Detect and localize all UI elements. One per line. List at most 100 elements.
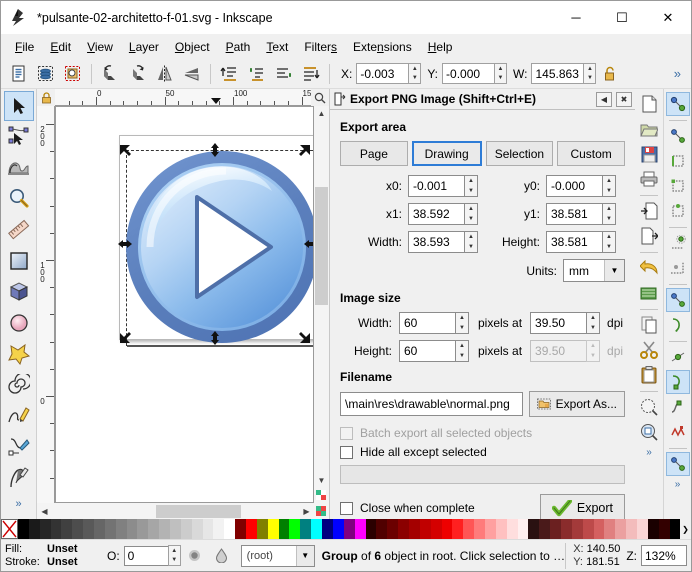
palette-swatch[interactable]	[354, 519, 366, 539]
menu-text[interactable]: Text	[258, 37, 296, 57]
import-icon[interactable]	[637, 199, 661, 223]
export-area-custom-button[interactable]: Custom	[557, 141, 625, 166]
export-icon[interactable]	[637, 224, 661, 248]
w-input[interactable]	[531, 63, 584, 84]
menu-edit[interactable]: Edit	[42, 37, 79, 57]
ellipse-tool[interactable]	[4, 308, 34, 338]
menu-view[interactable]: View	[79, 37, 121, 57]
palette-swatch[interactable]	[452, 519, 464, 539]
palette-swatch[interactable]	[506, 519, 518, 539]
undo-icon[interactable]	[637, 256, 661, 280]
palette-swatch[interactable]	[474, 519, 485, 539]
snap-bbox-edge-icon[interactable]	[666, 149, 690, 173]
save-document-icon[interactable]	[637, 142, 661, 166]
palette-swatch[interactable]	[159, 519, 171, 539]
x0-field[interactable]: ▲▼	[408, 175, 478, 197]
snap-midpoint-icon[interactable]	[666, 395, 690, 419]
dpi-width-spinner[interactable]: ▲ ▼	[586, 312, 601, 334]
collapse-icon[interactable]: ◀	[596, 91, 612, 107]
hscroll-thumb[interactable]	[156, 504, 241, 518]
palette-swatch[interactable]	[647, 519, 659, 539]
scroll-up-arrow[interactable]: ▲	[314, 106, 329, 121]
snap-bbox-center-icon[interactable]	[666, 231, 690, 255]
new-document-icon[interactable]	[637, 92, 661, 116]
close-button[interactable]: ✕	[645, 1, 691, 35]
image-height-input[interactable]	[399, 340, 455, 362]
palette-swatch[interactable]	[289, 519, 301, 539]
palette-swatch[interactable]	[571, 519, 583, 539]
cut-icon[interactable]	[637, 338, 661, 362]
y1-field[interactable]: ▲▼	[546, 203, 616, 225]
flip-horizontal-icon[interactable]	[151, 61, 178, 87]
none-color-icon[interactable]	[1, 519, 18, 539]
palette-swatch[interactable]	[72, 519, 84, 539]
opacity-control[interactable]: O: ▲▼	[107, 545, 181, 566]
palette-swatch[interactable]	[50, 519, 62, 539]
snap-overflow-button[interactable]: »	[675, 479, 681, 490]
y0-input[interactable]	[546, 175, 602, 197]
y0-field[interactable]: ▲▼	[546, 175, 616, 197]
palette-swatch[interactable]	[669, 519, 681, 539]
menu-extensions[interactable]: Extensions	[345, 37, 420, 57]
snap-bbox-corner-icon[interactable]	[666, 174, 690, 198]
close-when-complete-checkbox[interactable]	[340, 501, 353, 515]
zoom-control[interactable]: Z:	[626, 545, 687, 566]
palette-swatch[interactable]	[441, 519, 453, 539]
star-tool[interactable]	[4, 339, 34, 369]
w-spinner[interactable]: ▲ ▼	[583, 63, 597, 84]
w-field[interactable]: ▲▼	[531, 63, 597, 84]
pencil-tool[interactable]	[4, 401, 34, 431]
palette-swatch[interactable]	[83, 519, 95, 539]
palette-swatch[interactable]	[115, 519, 127, 539]
export-area-drawing-button[interactable]: Drawing	[411, 141, 482, 166]
vertical-ruler[interactable]: 2 0 0 1 0 0 0	[37, 106, 55, 503]
palette-swatch[interactable]	[28, 519, 40, 539]
palette-swatch[interactable]	[376, 519, 388, 539]
tweak-tool[interactable]	[4, 153, 34, 183]
commands-overflow-button[interactable]: »	[646, 447, 652, 458]
y-input[interactable]	[442, 63, 495, 84]
menu-filters[interactable]: Filters	[296, 37, 345, 57]
export-as-button[interactable]: Export As...	[528, 391, 625, 417]
palette-swatch[interactable]	[94, 519, 105, 539]
palette-swatch[interactable]	[224, 519, 236, 539]
snap-others-icon[interactable]	[666, 420, 690, 444]
bezier-tool[interactable]	[4, 432, 34, 462]
area-height-field[interactable]: ▲▼	[546, 231, 616, 253]
image-width-field[interactable]: ▲▼	[399, 312, 469, 334]
y-field[interactable]: ▲▼	[442, 63, 508, 84]
palette-swatch[interactable]	[126, 519, 138, 539]
menu-layer[interactable]: Layer	[121, 37, 167, 57]
select-all-in-all-layers-icon[interactable]	[32, 61, 59, 87]
palette-swatch[interactable]	[550, 519, 561, 539]
area-height-spinner[interactable]: ▲ ▼	[602, 231, 616, 253]
spiral-tool[interactable]	[4, 370, 34, 400]
area-height-input[interactable]	[546, 231, 602, 253]
minimize-button[interactable]: ─	[553, 1, 599, 35]
palette-swatch[interactable]	[213, 519, 225, 539]
palette-swatch[interactable]	[517, 519, 529, 539]
x1-field[interactable]: ▲▼	[408, 203, 478, 225]
palette-swatch[interactable]	[300, 519, 312, 539]
filename-input[interactable]	[340, 392, 523, 416]
y-spinner[interactable]: ▲ ▼	[494, 63, 508, 84]
palette-swatch[interactable]	[311, 519, 323, 539]
vscroll-thumb[interactable]	[315, 187, 328, 305]
raise-icon[interactable]	[243, 61, 270, 87]
scroll-left-arrow[interactable]: ◀	[37, 504, 52, 519]
snap-path-intersection-icon[interactable]	[666, 313, 690, 337]
palette-swatch[interactable]	[604, 519, 616, 539]
palette-swatch[interactable]	[104, 519, 116, 539]
palette-swatch[interactable]	[170, 519, 181, 539]
palette-swatch[interactable]	[202, 519, 214, 539]
rectangle-tool[interactable]	[4, 246, 34, 276]
hide-all-checkbox[interactable]	[340, 445, 353, 459]
horizontal-scrollbar[interactable]: ◀ ▶	[37, 503, 329, 519]
export-area-selection-button[interactable]: Selection	[485, 141, 554, 166]
x-field[interactable]: ▲▼	[356, 63, 422, 84]
calligraphy-tool[interactable]	[4, 463, 34, 493]
palette-swatch[interactable]	[582, 519, 594, 539]
menu-file[interactable]: File	[7, 37, 42, 57]
palette-swatch[interactable]	[539, 519, 551, 539]
palette-swatch[interactable]	[636, 519, 648, 539]
